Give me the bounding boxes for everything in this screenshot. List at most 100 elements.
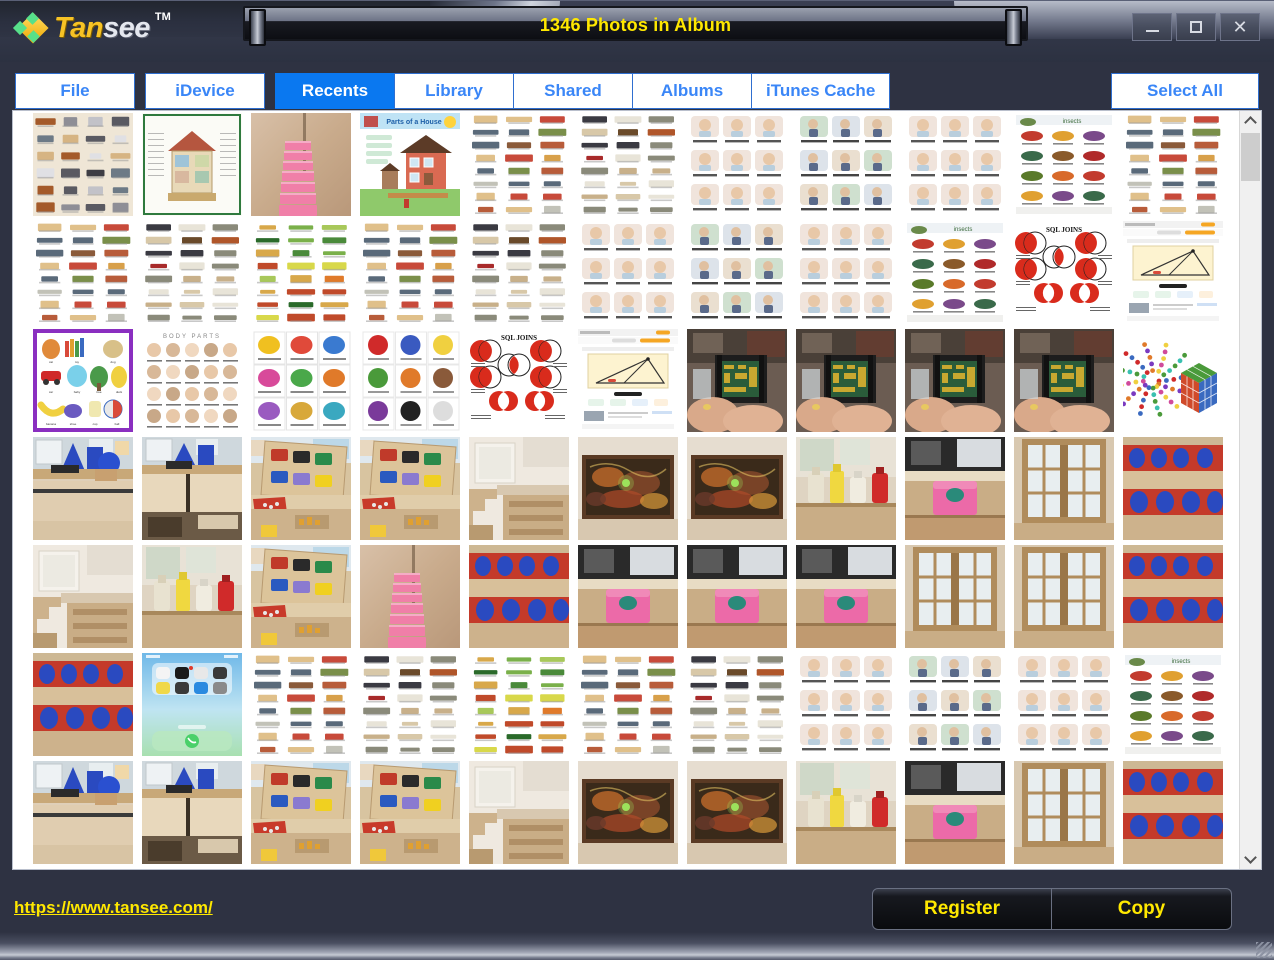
photo-thumbnail[interactable] — [251, 653, 351, 756]
photo-thumbnail[interactable] — [687, 329, 787, 432]
photo-thumbnail[interactable] — [578, 545, 678, 648]
photo-thumbnail[interactable] — [469, 761, 569, 864]
photo-thumbnail[interactable] — [1123, 329, 1223, 432]
photo-thumbnail[interactable] — [1123, 761, 1223, 864]
photo-thumbnail[interactable]: insects — [905, 221, 1005, 324]
photo-thumbnail[interactable] — [796, 761, 896, 864]
photo-thumbnail[interactable] — [251, 545, 351, 648]
photo-thumbnail[interactable]: insects — [1123, 653, 1223, 756]
tab-shared[interactable]: Shared — [513, 73, 633, 109]
photo-thumbnail[interactable] — [251, 329, 351, 432]
close-button[interactable]: ✕ — [1220, 13, 1260, 41]
tab-albums[interactable]: Albums — [632, 73, 752, 109]
photo-thumbnail[interactable] — [360, 329, 460, 432]
photo-thumbnail[interactable] — [687, 545, 787, 648]
photo-thumbnail[interactable] — [687, 761, 787, 864]
thumbnail-image — [578, 113, 678, 216]
photo-grid[interactable]: Household Devices — [13, 111, 1235, 869]
logo-trademark: TM — [154, 11, 171, 23]
photo-thumbnail[interactable]: Household Devices — [33, 113, 133, 216]
maximize-button[interactable] — [1176, 13, 1216, 41]
photo-thumbnail[interactable] — [796, 653, 896, 756]
photo-thumbnail[interactable] — [469, 545, 569, 648]
photo-thumbnail[interactable] — [1123, 113, 1223, 216]
photo-thumbnail[interactable] — [1014, 437, 1114, 540]
register-button[interactable]: Register — [872, 888, 1052, 930]
photo-thumbnail[interactable]: SQL JOINS — [469, 329, 569, 432]
photo-thumbnail[interactable] — [251, 437, 351, 540]
tab-recents[interactable]: Recents — [275, 73, 395, 109]
photo-thumbnail[interactable] — [796, 113, 896, 216]
tab-file[interactable]: File — [15, 73, 135, 109]
minimize-button[interactable] — [1132, 13, 1172, 41]
grid-scrollbar[interactable] — [1239, 111, 1261, 869]
thumbnail-image — [142, 761, 242, 864]
website-link[interactable]: https://www.tansee.com/ — [14, 898, 213, 918]
photo-thumbnail[interactable] — [251, 221, 351, 324]
photo-thumbnail[interactable] — [469, 221, 569, 324]
photo-thumbnail[interactable] — [578, 761, 678, 864]
photo-thumbnail[interactable] — [578, 437, 678, 540]
photo-thumbnail[interactable] — [33, 761, 133, 864]
tab-itunes-cache[interactable]: iTunes Cache — [751, 73, 891, 109]
photo-thumbnail[interactable] — [796, 437, 896, 540]
photo-thumbnail[interactable] — [251, 113, 351, 216]
photo-thumbnail[interactable] — [1014, 653, 1114, 756]
photo-thumbnail[interactable] — [796, 329, 896, 432]
photo-thumbnail[interactable]: cat toy dog car baby tree duck banana shoe cup b… — [33, 329, 133, 432]
photo-thumbnail[interactable] — [578, 221, 678, 324]
photo-thumbnail[interactable] — [469, 113, 569, 216]
photo-thumbnail[interactable] — [360, 545, 460, 648]
scroll-up-icon[interactable] — [1240, 111, 1261, 131]
photo-thumbnail[interactable] — [905, 113, 1005, 216]
photo-thumbnail[interactable] — [578, 329, 678, 432]
tab-library[interactable]: Library — [394, 73, 514, 109]
photo-thumbnail[interactable]: BODY PARTS — [142, 329, 242, 432]
photo-thumbnail[interactable] — [142, 113, 242, 216]
resize-grip-icon[interactable] — [1256, 942, 1272, 958]
photo-thumbnail[interactable] — [796, 221, 896, 324]
photo-thumbnail[interactable] — [360, 653, 460, 756]
photo-thumbnail[interactable] — [687, 653, 787, 756]
photo-thumbnail[interactable] — [33, 437, 133, 540]
photo-thumbnail[interactable] — [687, 221, 787, 324]
photo-thumbnail[interactable] — [469, 653, 569, 756]
photo-thumbnail[interactable] — [360, 761, 460, 864]
photo-thumbnail[interactable] — [905, 437, 1005, 540]
photo-thumbnail[interactable] — [1014, 545, 1114, 648]
photo-thumbnail[interactable] — [578, 113, 678, 216]
photo-thumbnail[interactable] — [142, 221, 242, 324]
photo-thumbnail[interactable] — [796, 545, 896, 648]
photo-thumbnail[interactable] — [142, 437, 242, 540]
photo-thumbnail[interactable] — [578, 653, 678, 756]
photo-thumbnail[interactable] — [33, 545, 133, 648]
photo-thumbnail[interactable] — [360, 437, 460, 540]
photo-thumbnail[interactable] — [1123, 437, 1223, 540]
scroll-down-icon[interactable] — [1240, 849, 1261, 869]
photo-thumbnail[interactable] — [687, 113, 787, 216]
photo-thumbnail[interactable] — [687, 437, 787, 540]
photo-thumbnail[interactable]: SQL JOINS — [1014, 221, 1114, 324]
select-all-button[interactable]: Select All — [1111, 73, 1259, 109]
photo-thumbnail[interactable] — [33, 221, 133, 324]
photo-thumbnail[interactable] — [905, 545, 1005, 648]
photo-thumbnail[interactable] — [142, 653, 242, 756]
photo-thumbnail[interactable] — [905, 761, 1005, 864]
photo-thumbnail[interactable] — [360, 221, 460, 324]
photo-thumbnail[interactable] — [142, 545, 242, 648]
photo-thumbnail[interactable] — [142, 761, 242, 864]
photo-thumbnail[interactable] — [905, 329, 1005, 432]
photo-thumbnail[interactable] — [251, 761, 351, 864]
photo-thumbnail[interactable]: insects — [1014, 113, 1114, 216]
photo-thumbnail[interactable] — [33, 653, 133, 756]
photo-thumbnail[interactable] — [1014, 329, 1114, 432]
photo-thumbnail[interactable] — [1123, 545, 1223, 648]
photo-thumbnail[interactable]: Parts of a House — [360, 113, 460, 216]
photo-thumbnail[interactable] — [905, 653, 1005, 756]
copy-button[interactable]: Copy — [1052, 888, 1232, 930]
photo-thumbnail[interactable] — [1014, 761, 1114, 864]
photo-thumbnail[interactable] — [1123, 221, 1223, 324]
photo-thumbnail[interactable] — [469, 437, 569, 540]
scrollbar-thumb[interactable] — [1241, 133, 1260, 181]
tab-idevice[interactable]: iDevice — [145, 73, 265, 109]
